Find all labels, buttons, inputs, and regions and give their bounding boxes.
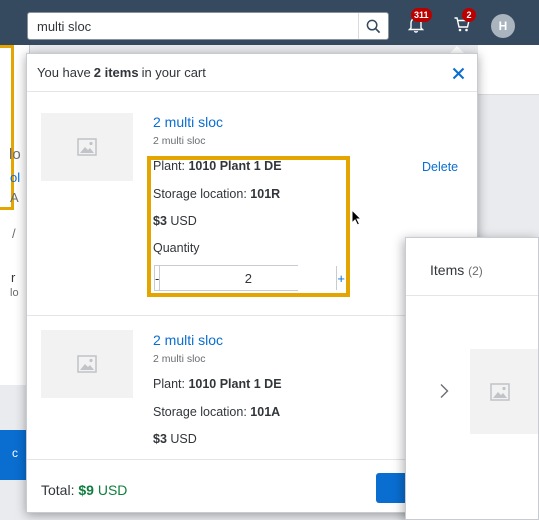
plant-info: Plant: 1010 Plant 1 DE bbox=[153, 159, 282, 173]
product-thumbnail bbox=[41, 330, 133, 398]
cart-header-prefix: You have bbox=[37, 65, 91, 80]
items-panel-count: (2) bbox=[468, 264, 483, 278]
image-placeholder-icon bbox=[77, 138, 97, 156]
plant-value: 1010 Plant 1 DE bbox=[188, 377, 282, 391]
background-button-label: c bbox=[12, 446, 18, 460]
product-thumbnail bbox=[470, 349, 538, 434]
quantity-label: Quantity bbox=[153, 241, 200, 255]
search-button[interactable] bbox=[358, 13, 388, 39]
cart-popover-arrow bbox=[450, 46, 464, 53]
background-text: / bbox=[12, 226, 16, 241]
background-button: c bbox=[0, 430, 26, 480]
price-currency: USD bbox=[166, 214, 197, 228]
cart-header: You have 2 items in your cart bbox=[27, 54, 477, 92]
background-header-right bbox=[478, 45, 539, 95]
storage-location-info: Storage location: 101R bbox=[153, 187, 280, 201]
notification-badge: 311 bbox=[411, 8, 432, 22]
total-currency: USD bbox=[93, 482, 128, 498]
background-text: A bbox=[10, 190, 19, 205]
product-title-link[interactable]: 2 multi sloc bbox=[153, 332, 223, 348]
search-icon bbox=[366, 19, 381, 33]
user-avatar[interactable]: H bbox=[491, 14, 515, 38]
chevron-right-icon bbox=[440, 384, 449, 398]
total-value: $9 bbox=[78, 482, 94, 498]
increase-quantity-button[interactable]: + bbox=[336, 266, 345, 290]
plant-label: Plant: bbox=[153, 377, 189, 391]
background-highlight-frame bbox=[0, 45, 14, 210]
close-button[interactable] bbox=[449, 64, 467, 82]
price-info: $3 USD bbox=[153, 214, 197, 228]
shell-bar: 311 2 H bbox=[0, 0, 539, 45]
background-text: lo bbox=[9, 146, 21, 163]
plant-label: Plant: bbox=[153, 159, 189, 173]
background-text: r bbox=[11, 270, 16, 285]
price-info: $3 USD bbox=[153, 432, 197, 446]
product-thumbnail bbox=[41, 113, 133, 181]
notifications-button[interactable]: 311 bbox=[403, 8, 432, 37]
image-placeholder-icon bbox=[490, 382, 510, 401]
quantity-input[interactable] bbox=[160, 266, 337, 290]
background-text: ol bbox=[10, 170, 21, 185]
price-currency: USD bbox=[166, 432, 197, 446]
cart-header-suffix: in your cart bbox=[141, 65, 206, 80]
storage-label: Storage location: bbox=[153, 405, 251, 419]
plant-value: 1010 Plant 1 DE bbox=[188, 159, 282, 173]
expand-item-button[interactable] bbox=[436, 383, 452, 399]
cart-item-count: 2 items bbox=[93, 65, 139, 80]
cart-button[interactable]: 2 bbox=[449, 8, 476, 37]
product-subtitle: 2 multi sloc bbox=[153, 353, 206, 365]
price-value: $3 bbox=[153, 214, 167, 228]
search-input[interactable] bbox=[28, 13, 358, 39]
delete-item-link[interactable]: Delete bbox=[422, 160, 458, 174]
mouse-cursor-icon bbox=[351, 209, 362, 226]
close-icon bbox=[452, 67, 464, 79]
plant-info: Plant: 1010 Plant 1 DE bbox=[153, 377, 282, 391]
cart-badge: 2 bbox=[462, 8, 476, 22]
items-panel-title: Items bbox=[430, 262, 465, 278]
search-field[interactable] bbox=[27, 12, 389, 40]
image-placeholder-icon bbox=[77, 355, 97, 373]
items-panel-header: Items (2) bbox=[406, 238, 538, 296]
storage-location-info: Storage location: 101A bbox=[153, 405, 280, 419]
items-panel: Items (2) bbox=[405, 237, 539, 520]
storage-label: Storage location: bbox=[153, 187, 251, 201]
storage-value: 101A bbox=[250, 405, 281, 419]
cart-total: Total: $9 USD bbox=[41, 482, 127, 498]
price-value: $3 bbox=[153, 432, 167, 446]
background-text: lo bbox=[10, 287, 19, 299]
quantity-stepper[interactable]: - + bbox=[154, 265, 345, 291]
storage-value: 101R bbox=[250, 187, 281, 201]
product-title-link[interactable]: 2 multi sloc bbox=[153, 114, 223, 130]
product-subtitle: 2 multi sloc bbox=[153, 135, 206, 147]
total-label: Total: bbox=[41, 482, 79, 498]
